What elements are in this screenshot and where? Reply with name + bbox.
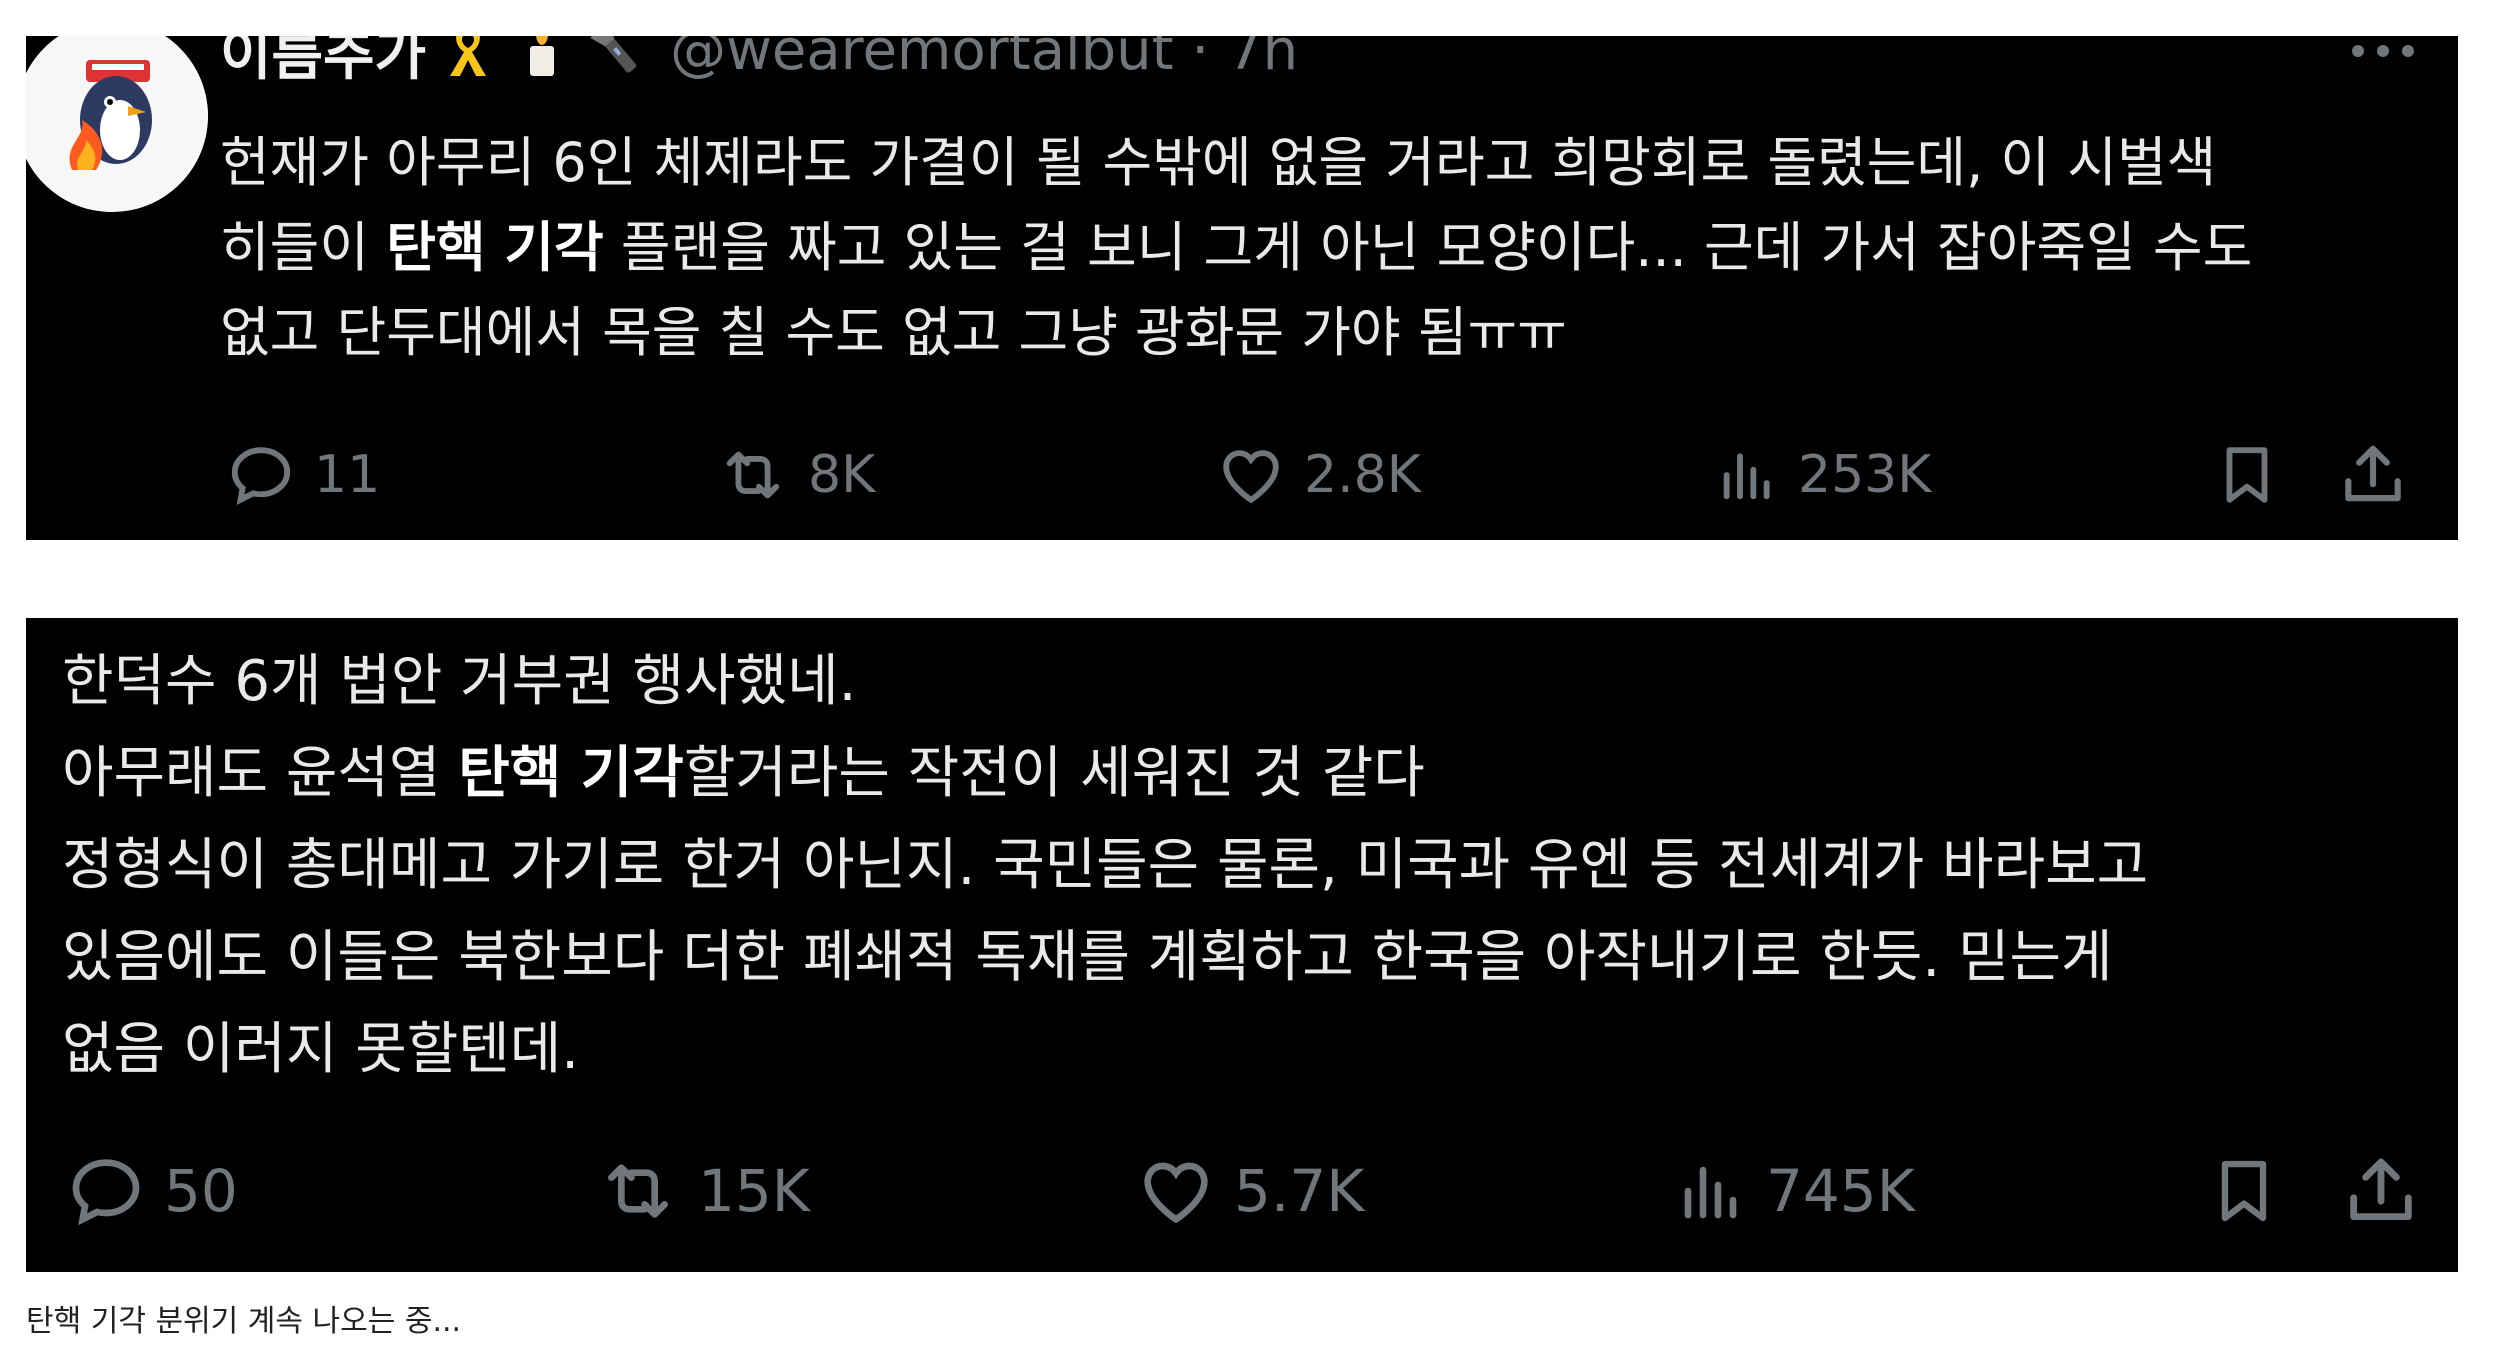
flashlight-icon [590,36,637,73]
action-bar: 50 15K 5.7K 745K [26,1146,2458,1236]
tweet-card-1[interactable]: 이름추가 @wearemortalbut · 7h 헌재가 아무리 6인 체제라… [26,36,2458,540]
like-icon [1223,450,1279,504]
user-handle[interactable]: @wearemortalbut · 7h [670,36,1298,83]
views-button[interactable]: 253K [1716,443,1931,507]
candle-icon [530,36,555,76]
like-button[interactable]: 5.7K [1136,1151,1364,1231]
like-icon [1144,1162,1208,1224]
bookmark-button[interactable] [2212,437,2282,513]
like-count: 2.8K [1304,445,1421,505]
reply-count: 50 [164,1157,238,1225]
more-icon[interactable] [2348,36,2418,66]
bookmark-button[interactable] [2206,1149,2282,1233]
action-bar: 11 8K 2.8K 253K [26,430,2458,520]
avatar[interactable] [26,36,208,212]
display-name[interactable]: 이름추가 [220,36,426,91]
like-button[interactable]: 2.8K [1216,440,1421,510]
reply-icon [72,1159,140,1226]
repost-button[interactable]: 15K [596,1151,810,1231]
repost-button[interactable]: 8K [716,440,875,510]
repost-count: 8K [808,445,876,505]
reply-button[interactable]: 50 [66,1151,238,1231]
reply-icon [231,447,291,506]
bookmark-icon [2226,447,2268,503]
highlighted-text: 탄핵 기각 [386,216,604,279]
repost-icon [608,1164,668,1218]
highlighted-text: 탄핵 기각 [458,741,684,806]
like-count: 5.7K [1234,1157,1365,1225]
share-button[interactable] [2340,1150,2422,1232]
views-icon [1684,1166,1737,1219]
views-icon [1723,453,1770,500]
tweet-text: 한덕수 6개 법안 거부권 행사했네. 아무래도 윤석열 탄핵 기각할거라는 작… [62,636,2442,1096]
tweet-header: 이름추가 @wearemortalbut · 7h [220,36,1298,90]
share-icon [2345,445,2401,502]
repost-icon [726,451,780,499]
penguin-avatar-icon [26,36,208,212]
reply-button[interactable]: 11 [226,440,380,510]
share-button[interactable] [2336,438,2410,512]
yellow-ribbon-icon [450,36,487,76]
image-caption: 탄핵 기각 분위기 계속 나오는 중... [26,1304,462,1339]
bookmark-icon [2221,1160,2267,1222]
tweet-card-2[interactable]: 한덕수 6개 법안 거부권 행사했네. 아무래도 윤석열 탄핵 기각할거라는 작… [26,618,2458,1272]
repost-count: 15K [698,1157,810,1225]
views-count: 745K [1766,1157,1915,1225]
reply-count: 11 [314,445,381,505]
views-count: 253K [1798,445,1932,505]
views-button[interactable]: 745K [1676,1155,1915,1227]
tweet-text: 헌재가 아무리 6인 체제라도 가결이 될 수밖에 없을 거라고 희망회로 돌렸… [220,120,2430,375]
share-icon [2350,1158,2412,1221]
